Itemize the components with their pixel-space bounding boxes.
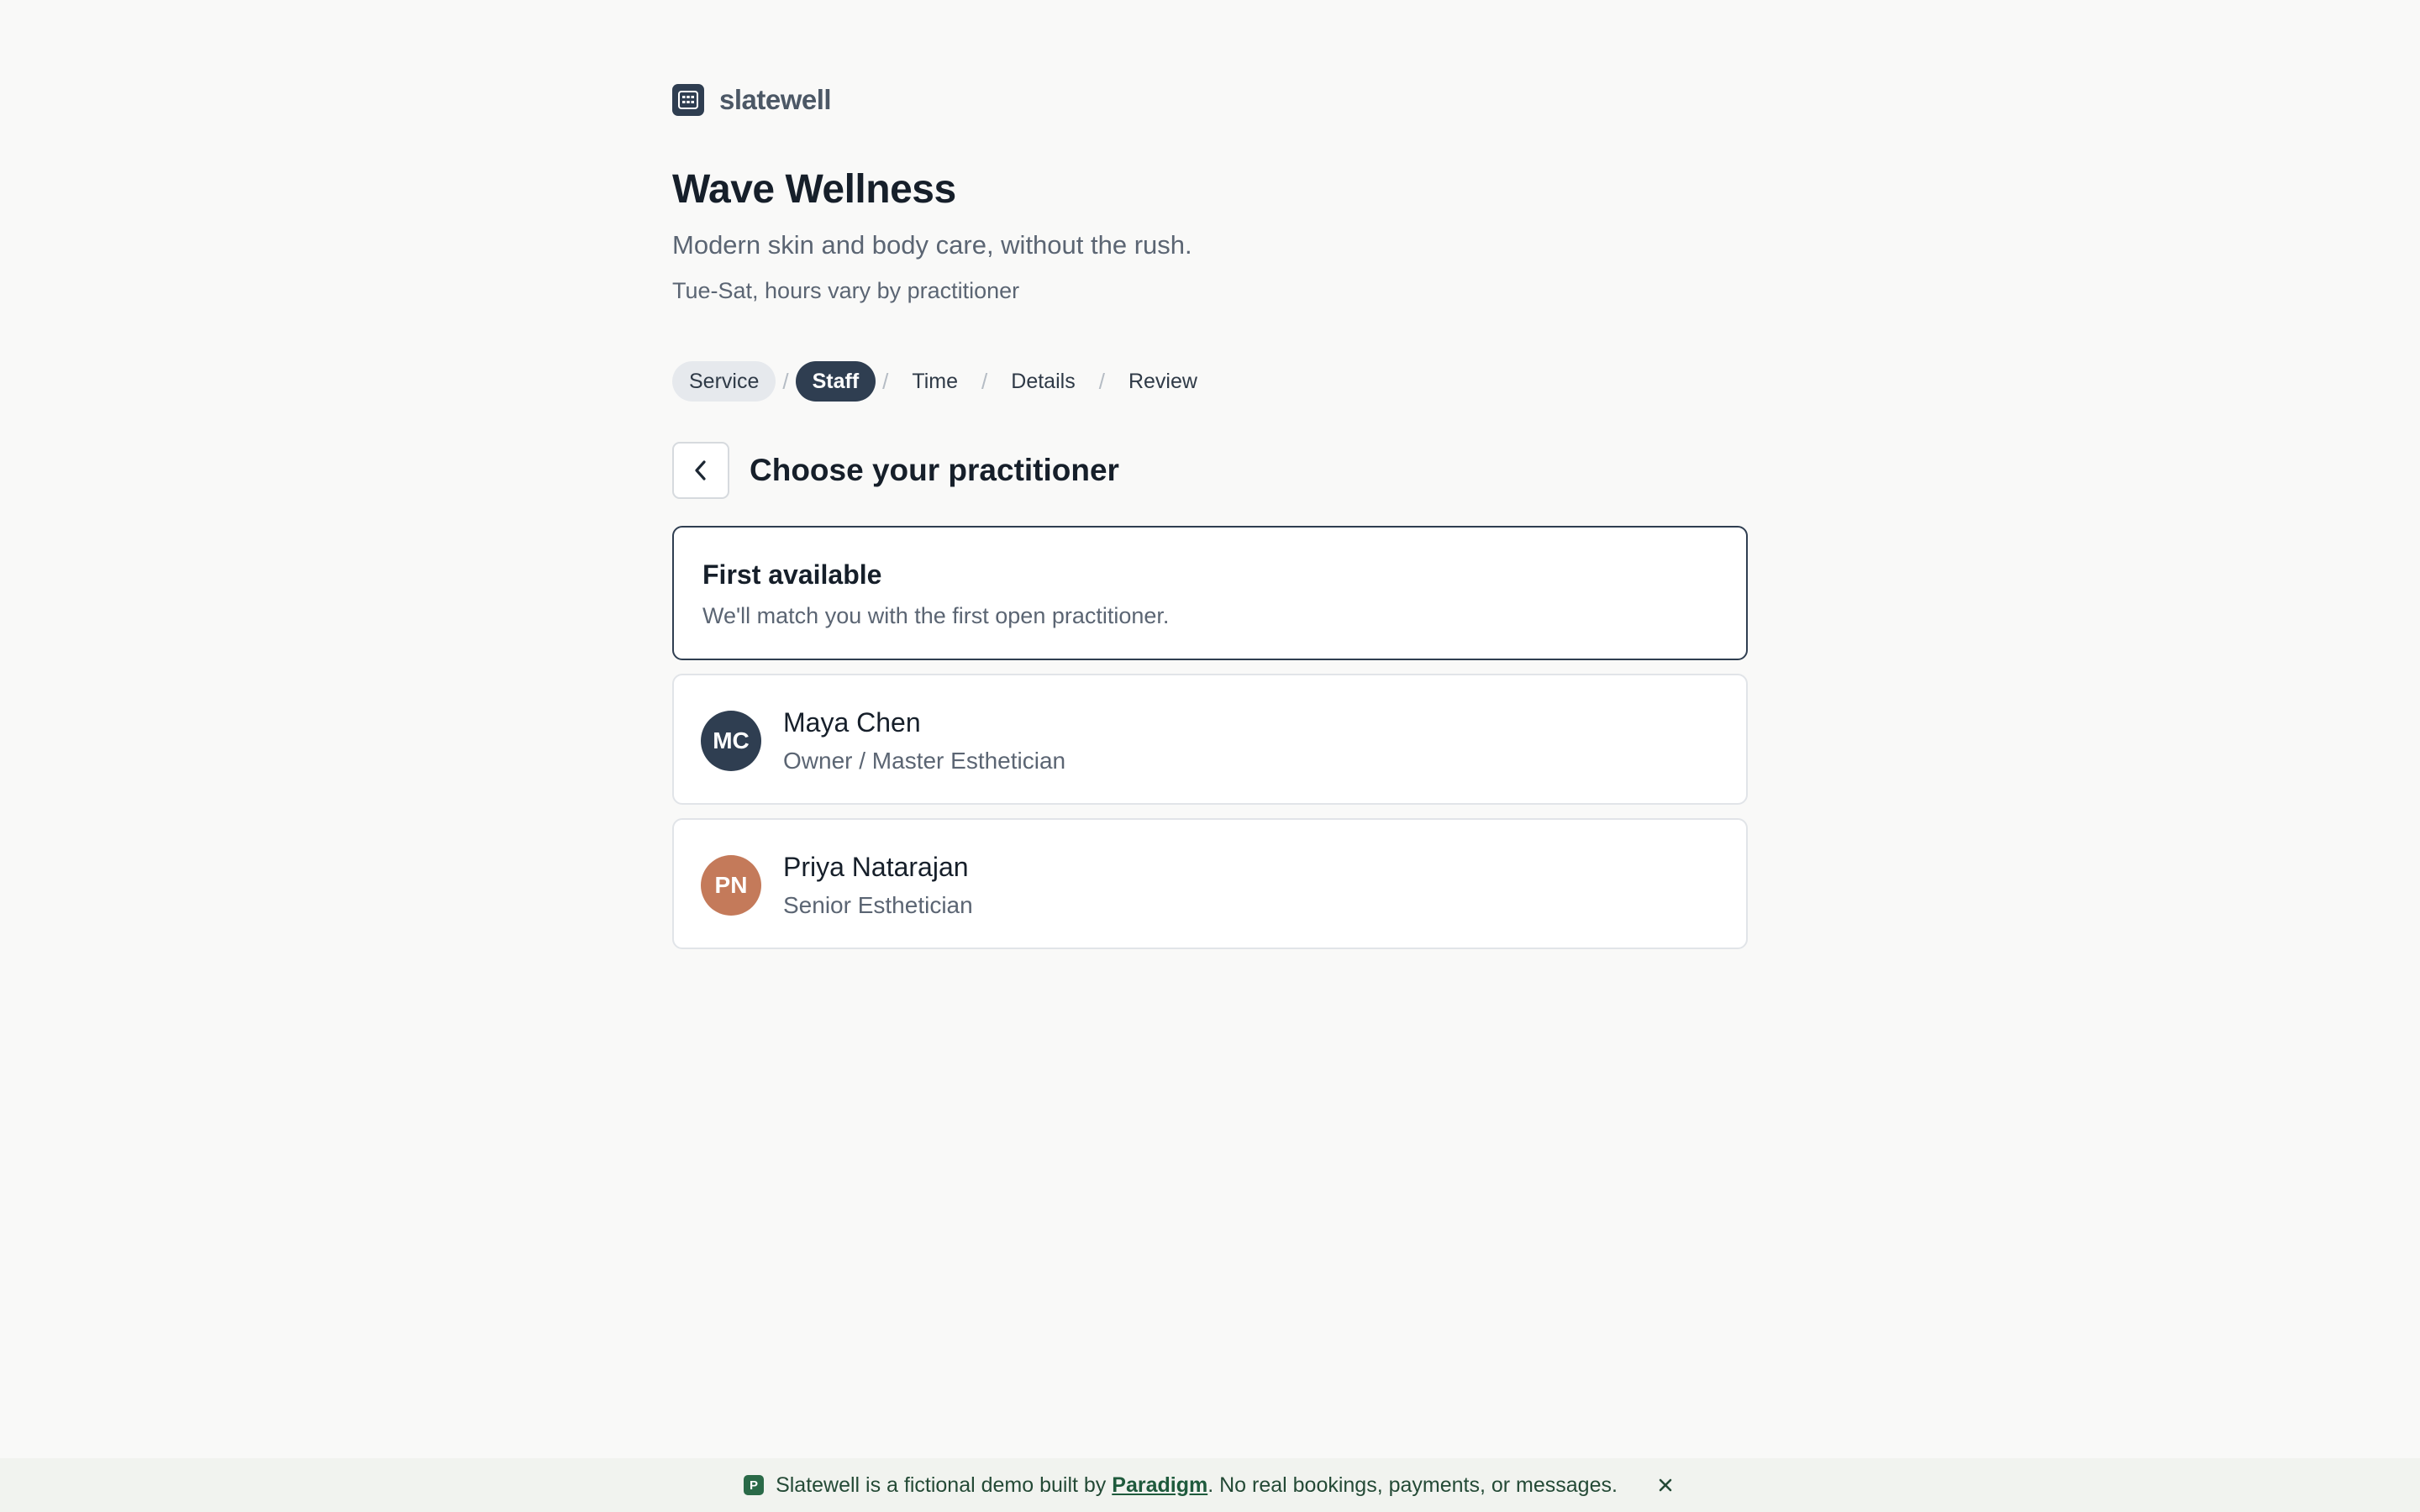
business-tagline: Modern skin and body care, without the r…	[672, 230, 1192, 260]
booking-stepper: Service / Staff / Time / Details / Revie…	[672, 361, 1214, 402]
avatar: PN	[701, 855, 761, 916]
practitioner-name: Maya Chen	[783, 707, 921, 738]
practitioner-role: Owner / Master Esthetician	[783, 748, 1066, 774]
step-separator: /	[882, 368, 889, 394]
step-details: Details	[1011, 369, 1076, 393]
practitioner-card-priya-natarajan[interactable]: PN Priya Natarajan Senior Esthetician	[672, 818, 1748, 949]
step-separator: /	[1098, 368, 1105, 394]
chevron-left-icon	[695, 460, 706, 480]
paradigm-link[interactable]: Paradigm	[1112, 1473, 1207, 1497]
close-icon[interactable]	[1655, 1474, 1676, 1496]
demo-banner: P Slatewell is a fictional demo built by…	[0, 1458, 2420, 1512]
banner-text-after: . No real bookings, payments, or message…	[1207, 1473, 1618, 1497]
paradigm-logo-icon: P	[744, 1475, 765, 1495]
brand: slatewell	[672, 84, 832, 116]
first-available-option[interactable]: First available We'll match you with the…	[672, 526, 1748, 660]
banner-text: Slatewell is a fictional demo built by P…	[776, 1473, 1618, 1498]
step-service[interactable]: Service	[672, 361, 776, 402]
practitioner-role: Senior Esthetician	[783, 892, 973, 918]
option-subtitle: We'll match you with the first open prac…	[702, 603, 1170, 628]
brand-name: slatewell	[719, 84, 832, 115]
back-button[interactable]	[672, 442, 729, 499]
section-title: Choose your practitioner	[750, 453, 1119, 487]
step-time: Time	[912, 369, 959, 393]
business-hours: Tue-Sat, hours vary by practitioner	[672, 278, 1020, 303]
calendar-grid-icon	[672, 84, 704, 116]
step-separator: /	[981, 368, 988, 394]
step-separator: /	[782, 368, 789, 394]
banner-text-before: Slatewell is a fictional demo built by	[776, 1473, 1107, 1497]
option-title: First available	[702, 559, 882, 590]
section-header: Choose your practitioner	[672, 442, 1119, 499]
step-review: Review	[1128, 369, 1197, 393]
step-staff[interactable]: Staff	[795, 361, 876, 402]
practitioner-card-maya-chen[interactable]: MC Maya Chen Owner / Master Esthetician	[672, 674, 1748, 805]
avatar: MC	[701, 711, 761, 771]
practitioner-name: Priya Natarajan	[783, 852, 969, 882]
business-name: Wave Wellness	[672, 167, 956, 212]
